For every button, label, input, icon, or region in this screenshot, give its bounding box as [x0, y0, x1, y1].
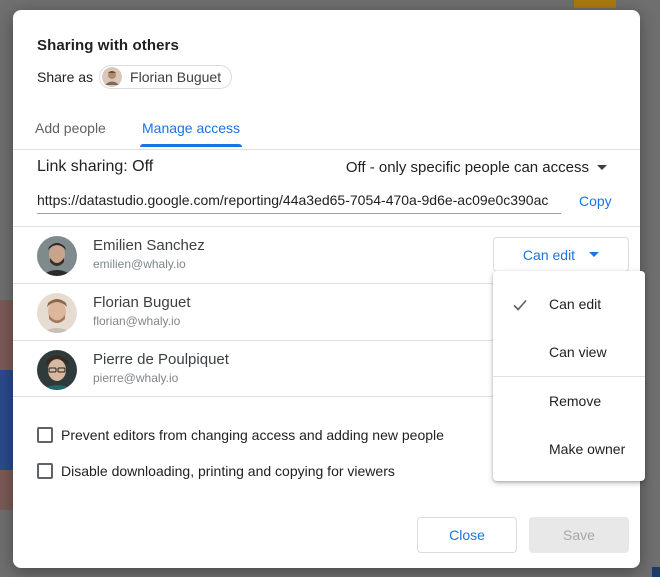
menu-item-label: Remove: [549, 393, 602, 409]
share-as-chip[interactable]: Florian Buguet: [99, 65, 233, 89]
person-name: Florian Buguet: [93, 294, 191, 311]
option-label: Disable downloading, printing and copyin…: [61, 463, 395, 479]
person-avatar: [37, 236, 77, 276]
backdrop-element: [0, 370, 13, 470]
tab-bar: Add people Manage access: [13, 116, 640, 150]
link-sharing-label: Link sharing: Off: [37, 158, 154, 175]
menu-item-remove[interactable]: Remove: [493, 381, 645, 421]
person-email: florian@whaly.io: [93, 314, 181, 328]
person-avatar: [37, 293, 77, 333]
tab-add-people[interactable]: Add people: [35, 120, 106, 146]
backdrop-element: [574, 0, 616, 8]
link-sharing-mode-label: Off - only specific people can access: [345, 159, 589, 176]
share-as-user-name: Florian Buguet: [130, 69, 222, 85]
menu-item-label: Can view: [549, 344, 607, 360]
menu-divider: [493, 376, 645, 377]
person-name: Pierre de Poulpiquet: [93, 351, 229, 368]
menu-item-can-view[interactable]: Can view: [493, 332, 645, 372]
user-avatar: [102, 67, 123, 87]
link-sharing-mode-dropdown[interactable]: Off - only specific people can access: [346, 159, 607, 176]
copy-link-button[interactable]: Copy: [579, 193, 612, 209]
person-email: emilien@whaly.io: [93, 257, 186, 271]
person-avatar: [37, 350, 77, 390]
save-button[interactable]: Save: [529, 517, 629, 553]
link-sharing-row: Link sharing: Off Off - only specific pe…: [37, 158, 617, 180]
close-button[interactable]: Close: [417, 517, 517, 553]
backdrop-element: [652, 567, 660, 577]
share-as-label: Share as: [37, 69, 94, 85]
option-label: Prevent editors from changing access and…: [61, 427, 444, 443]
caret-down-icon: [597, 165, 607, 170]
person-email: pierre@whaly.io: [93, 371, 179, 385]
menu-item-label: Can edit: [549, 296, 602, 312]
role-menu: Can edit Can view Remove Make owner: [493, 271, 645, 481]
role-label: Can edit: [522, 246, 576, 263]
share-url-field[interactable]: https://datastudio.google.com/reporting/…: [37, 192, 561, 214]
option-prevent-editors: Prevent editors from changing access and…: [37, 427, 444, 443]
caret-down-icon: [589, 252, 600, 257]
menu-item-make-owner[interactable]: Make owner: [493, 429, 645, 469]
menu-item-can-edit[interactable]: Can edit: [493, 284, 645, 324]
tab-manage-access[interactable]: Manage access: [139, 120, 243, 147]
checkmark-icon: [513, 299, 527, 311]
dialog-title: Sharing with others: [37, 37, 179, 54]
menu-item-label: Make owner: [549, 441, 626, 457]
prevent-editors-checkbox[interactable]: [37, 427, 53, 443]
disable-downloading-checkbox[interactable]: [37, 463, 53, 479]
share-as-row: Share as Florian Buguet: [37, 65, 233, 89]
role-dropdown-button[interactable]: Can edit: [493, 237, 629, 272]
person-name: Emilien Sanchez: [93, 237, 205, 254]
option-disable-downloading: Disable downloading, printing and copyin…: [37, 463, 395, 479]
